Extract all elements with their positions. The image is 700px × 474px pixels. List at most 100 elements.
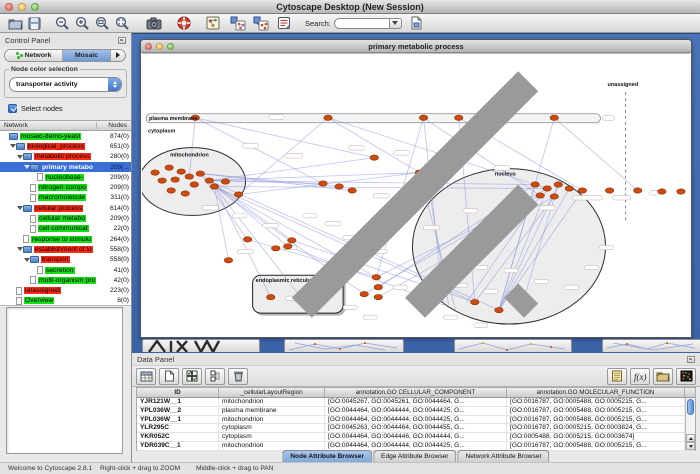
- tree-row-node-count: 280(0): [110, 153, 129, 160]
- import-network-icon[interactable]: [253, 15, 269, 32]
- expander-icon[interactable]: [9, 144, 16, 148]
- tree-row-label: biological_process: [27, 143, 85, 150]
- function-builder-button[interactable]: f(x): [630, 368, 650, 385]
- unselect-attributes-button[interactable]: [205, 368, 225, 385]
- tree-row[interactable]: metabolic process280(0): [0, 152, 131, 162]
- notes-button[interactable]: [607, 368, 627, 385]
- network-window-titlebar[interactable]: primary metabolic process: [141, 40, 691, 53]
- tree-row-node-count: 223(0): [110, 287, 129, 294]
- scroll-down-button[interactable]: [686, 442, 695, 450]
- tab-mosaic[interactable]: Mosaic: [63, 50, 111, 61]
- control-panel: Control Panel Network Mosaic Node color …: [0, 33, 132, 462]
- save-session-icon[interactable]: [28, 15, 41, 32]
- table-row[interactable]: YPL036W__2plasma membrane[GO:0044464, GO…: [137, 407, 695, 416]
- table-row[interactable]: YPL036W__1mitochondrion[GO:0044464, GO:0…: [137, 416, 695, 425]
- zoom-window-button[interactable]: [31, 3, 39, 11]
- expander-icon[interactable]: [16, 206, 23, 210]
- tab-edge-attribute-browser[interactable]: Edge Attribute Browser: [373, 450, 456, 462]
- tree-row[interactable]: biological_process651(0): [0, 141, 131, 151]
- tree-row[interactable]: establishment of lo558(0): [0, 244, 131, 254]
- search-input[interactable]: [334, 18, 390, 29]
- expander-icon[interactable]: [23, 258, 30, 262]
- column-header-cellular-component[interactable]: annotation.GO CELLULAR_COMPONENT: [325, 388, 507, 397]
- tree-row[interactable]: nitrogen compo209(0): [0, 182, 131, 192]
- attribute-table: ID _cellularLayoutRegion annotation.GO C…: [136, 387, 696, 451]
- expander-icon[interactable]: [16, 155, 23, 159]
- tree-row[interactable]: nucleobase-209(0): [0, 172, 131, 182]
- annotation-icon[interactable]: [277, 15, 291, 32]
- table-row[interactable]: YLR295Ccytoplasm[GO:0045263, GO:0044464,…: [137, 424, 695, 433]
- expander-icon[interactable]: [23, 165, 30, 169]
- new-attribute-button[interactable]: [159, 368, 179, 385]
- tree-row[interactable]: mosaic-demo-yeast874(0): [0, 131, 131, 141]
- search-dropdown-button[interactable]: [390, 18, 402, 29]
- tree-row[interactable]: transport558(0): [0, 255, 131, 265]
- column-header-region[interactable]: _cellularLayoutRegion: [219, 388, 325, 397]
- tree-row[interactable]: primary metabo209(...: [0, 162, 131, 172]
- scroll-up-button[interactable]: [686, 434, 695, 442]
- zoom-fit-icon[interactable]: [115, 15, 130, 32]
- tree-row[interactable]: Overview8(0): [0, 296, 131, 306]
- tab-network-attribute-browser[interactable]: Network Attribute Browser: [457, 450, 549, 462]
- scrollbar-thumb[interactable]: [687, 399, 694, 415]
- expander-icon[interactable]: [16, 247, 23, 251]
- select-nodes-checkbox[interactable]: [8, 104, 17, 113]
- tab-node-attribute-browser[interactable]: Node Attribute Browser: [282, 450, 372, 462]
- float-data-panel-icon[interactable]: [687, 356, 695, 363]
- tree-row[interactable]: multi-organism pro42(0): [0, 275, 131, 285]
- tab-network[interactable]: Network: [5, 50, 63, 61]
- tree-column-nodes[interactable]: Nodes: [97, 122, 131, 129]
- tree-row-label: transport: [41, 256, 70, 263]
- table-row[interactable]: YJR121W__1mitochondrion[GO:0045267, GO:0…: [137, 398, 695, 407]
- tree-row-node-count: 874(0): [110, 133, 129, 140]
- import-attributes-button[interactable]: [653, 368, 673, 385]
- select-attributes-button[interactable]: [182, 368, 202, 385]
- help-icon[interactable]: [177, 15, 191, 32]
- zoom-selected-icon[interactable]: [95, 15, 110, 32]
- background-window[interactable]: [602, 339, 700, 352]
- close-window-button[interactable]: [5, 3, 13, 11]
- birds-eye-view[interactable]: [6, 307, 123, 454]
- vizmapper-icon[interactable]: [206, 15, 220, 32]
- background-window[interactable]: [454, 339, 572, 352]
- close-network-button[interactable]: [145, 43, 152, 50]
- minimize-window-button[interactable]: [18, 3, 26, 11]
- zoom-network-button[interactable]: [167, 43, 174, 50]
- network-window-title: primary metabolic process: [141, 42, 691, 51]
- tree-column-network[interactable]: Network: [0, 122, 97, 129]
- resize-grip-icon[interactable]: [142, 53, 689, 336]
- column-header-id[interactable]: ID: [137, 388, 219, 397]
- network-view-window[interactable]: primary metabolic process plasma membran…: [140, 39, 692, 338]
- create-network-icon[interactable]: [230, 15, 246, 32]
- node-color-dropdown[interactable]: transporter activity: [9, 77, 122, 92]
- network-window-controls[interactable]: [145, 43, 174, 50]
- tree-row[interactable]: response to stimulu264(0): [0, 234, 131, 244]
- open-session-icon[interactable]: [8, 15, 23, 32]
- tree-row[interactable]: secretion41(0): [0, 265, 131, 275]
- network-canvas[interactable]: plasma membranecytoplasmmitochondrionnuc…: [142, 53, 690, 337]
- tree-row[interactable]: macromolecule311(0): [0, 193, 131, 203]
- column-header-molecular-function[interactable]: annotation.GO MOLECULAR_FUNCTION: [507, 388, 685, 397]
- svg-text:f(x): f(x): [634, 372, 647, 382]
- table-row[interactable]: YKR052Ccytoplasm[GO:0044464, GO:0044446,…: [137, 433, 695, 442]
- table-scrollbar[interactable]: [685, 398, 695, 450]
- zoom-out-icon[interactable]: [55, 15, 70, 32]
- attribute-select-button[interactable]: [136, 368, 156, 385]
- delete-attribute-button[interactable]: [228, 368, 248, 385]
- background-window[interactable]: [284, 339, 404, 352]
- background-window[interactable]: [142, 339, 260, 352]
- tree-row[interactable]: unassigned223(0): [0, 285, 131, 295]
- tab-overflow-button[interactable]: [111, 50, 125, 61]
- minimize-network-button[interactable]: [156, 43, 163, 50]
- node-color-selection-legend: Node color selection: [9, 66, 80, 73]
- new-attribute-doc-icon[interactable]: [410, 15, 423, 32]
- zoom-in-icon[interactable]: [75, 15, 90, 32]
- window-controls[interactable]: [5, 3, 39, 11]
- matrix-view-button[interactable]: [676, 368, 696, 385]
- tree-row[interactable]: cellular process614(0): [0, 203, 131, 213]
- float-panel-icon[interactable]: [118, 37, 126, 44]
- tree-row[interactable]: cellular metabo209(0): [0, 213, 131, 223]
- tree-row[interactable]: cell communicat22(0): [0, 224, 131, 234]
- snapshot-icon[interactable]: [146, 15, 162, 32]
- background-windows-strip: [132, 337, 700, 353]
